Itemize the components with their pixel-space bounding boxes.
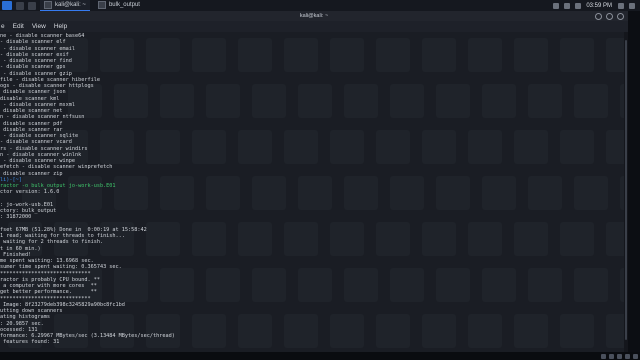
terminal-lines: ne - disable scanner base64- disable sca…: [0, 33, 560, 352]
watermark-tile: [574, 268, 608, 302]
terminal-line-text: - disable scanner elf: [0, 39, 66, 46]
workspace-icon-2[interactable]: [28, 1, 36, 10]
watermark-tile: [574, 84, 608, 118]
terminal-line-text: get better performance. **: [0, 289, 97, 296]
terminal-line-text: t in 60 min.): [0, 245, 41, 252]
host-statusbar: [0, 352, 640, 360]
terminal-line-text: n - disable scanner ntfsusn: [0, 114, 85, 121]
taskbar-item-label: bulk_output: [108, 2, 140, 8]
terminal-line-text: *****************************: [0, 295, 91, 302]
menubar: e Edit View Help: [0, 21, 628, 32]
terminal-line-text: utting down scanners: [0, 308, 63, 314]
host-display-icon: [625, 353, 630, 359]
clock[interactable]: 03:59 PM: [586, 3, 612, 9]
terminal-line-text: me spent waiting: 13.6968 sec.: [0, 258, 94, 264]
terminal-line-text: formance: 6.29967 MBytes/sec (3.13484 MB…: [0, 333, 175, 339]
menu-edit[interactable]: Edit: [13, 23, 24, 30]
lock-icon[interactable]: [618, 2, 624, 9]
terminal-line-text: efetch - disable scanner winprefetch: [0, 164, 113, 171]
terminal-line-text: - disable scanner gzip: [0, 70, 72, 77]
terminal-line-text: ctor version: 1.6.0: [0, 189, 60, 196]
notifications-icon[interactable]: [575, 2, 582, 9]
terminal-icon: [44, 1, 52, 9]
terminal-line-text: disable scanner pdf: [0, 120, 63, 127]
terminal-line-text: - disable scanner exif: [0, 51, 69, 58]
terminal-line-text: ne - disable scanner base64: [0, 33, 85, 39]
terminal-line-text: - disable scanner vcard: [0, 139, 72, 146]
taskbar-item-label: kali@kali: ~: [55, 2, 86, 8]
window-titlebar[interactable]: kali@kali: ~: [0, 11, 628, 21]
host-keyboard-icon: [633, 353, 638, 359]
terminal-line-text: li)-[~]: [0, 176, 22, 183]
terminal-line-text: Finished!: [0, 251, 32, 258]
minimize-icon[interactable]: [595, 13, 602, 20]
terminal-line-text: ogs - disable scanner httplogs: [0, 83, 94, 89]
host-usb-icon: [617, 353, 622, 359]
terminal-line-text: - disable scanner winpe: [0, 158, 75, 164]
terminal-line-text: sumer time spent waiting: 0.365743 sec.: [0, 264, 122, 271]
terminal-line-text: - disable scanner gps: [0, 64, 66, 71]
terminal-line-text: ractor is probably CPU bound. **: [0, 276, 100, 283]
terminal-line-text: 1 read; waiting for threads to finish...: [0, 233, 125, 239]
terminal-line-text: disable scanner zip: [0, 170, 63, 177]
terminal-line-text: : jo-work-usb.E01: [0, 201, 54, 208]
taskbar-item-folder[interactable]: bulk_output: [94, 0, 144, 11]
host-disk-icon: [601, 353, 606, 359]
terminal-window: kali@kali: ~ e Edit View Help ne - disab…: [0, 11, 628, 352]
menu-file[interactable]: e: [1, 23, 5, 30]
terminal-line-text: - disable scanner msxml: [0, 101, 75, 108]
terminal-output[interactable]: ne - disable scanner base64- disable sca…: [0, 32, 628, 352]
menu-help[interactable]: Help: [54, 23, 67, 30]
terminal-line-text: fset 67MB (51.28%) Done in 0:00:19 at 15…: [0, 226, 147, 233]
workspace-icon[interactable]: [16, 1, 24, 10]
terminal-line-text: : 31872000: [0, 214, 32, 221]
terminal-line-text: *****************************: [0, 270, 91, 277]
terminal-line-text: file - disable scanner hiberfile: [0, 76, 100, 83]
terminal-line-text: disable scanner json: [0, 89, 66, 96]
terminal-line-text: ating histograms: [0, 314, 50, 321]
terminal-line-text: n - disable scanner winlnk: [0, 151, 82, 158]
terminal-line-text: disable scanner rar: [0, 126, 63, 133]
window-title: kali@kali: ~: [299, 13, 329, 19]
terminal-line-text: features found: 31: [0, 339, 60, 346]
volume-icon[interactable]: [564, 2, 571, 9]
terminal-line-text: a computer with more cores **: [0, 283, 97, 289]
terminal-line-text: ocessed: 131: [0, 326, 38, 333]
taskbar-item-terminal[interactable]: kali@kali: ~: [40, 0, 90, 11]
watermark-tile: [560, 314, 594, 348]
terminal-line-text: Image: 8f23279deb398c3245829a90bc8fc1bd: [0, 301, 125, 308]
terminal-line-text: disable scanner kml: [0, 95, 60, 102]
power-icon[interactable]: [629, 2, 635, 9]
terminal-line-text: ractor -o bulk_output jo-work-usb.E01: [0, 183, 116, 189]
terminal-line-text: - disable scanner find: [0, 58, 72, 64]
battery-icon[interactable]: [553, 2, 560, 9]
terminal-line-text: rs - disable scanner windirs: [0, 145, 88, 152]
scrollbar-thumb[interactable]: [625, 40, 627, 340]
menu-view[interactable]: View: [32, 23, 46, 30]
watermark-tile: [560, 130, 594, 164]
terminal-line-text: : 20.9857 sec.: [0, 320, 44, 327]
watermark-tile: [560, 222, 594, 256]
terminal-line-text: disable scanner net: [0, 108, 63, 114]
watermark-tile: [560, 38, 594, 72]
app-menu-icon[interactable]: [2, 1, 12, 10]
terminal-line-text: - disable scanner email: [0, 45, 75, 52]
terminal-line-text: - disable scanner sqlite: [0, 133, 79, 139]
host-network-icon: [609, 353, 614, 359]
terminal-line-text: waiting for 2 threads to finish.: [0, 239, 104, 246]
folder-icon: [97, 1, 106, 9]
desktop-edge: [628, 11, 640, 352]
close-icon[interactable]: [617, 13, 624, 20]
terminal-line-text: ctory: bulk_output: [0, 208, 57, 214]
maximize-icon[interactable]: [606, 13, 613, 20]
watermark-tile: [574, 176, 608, 210]
